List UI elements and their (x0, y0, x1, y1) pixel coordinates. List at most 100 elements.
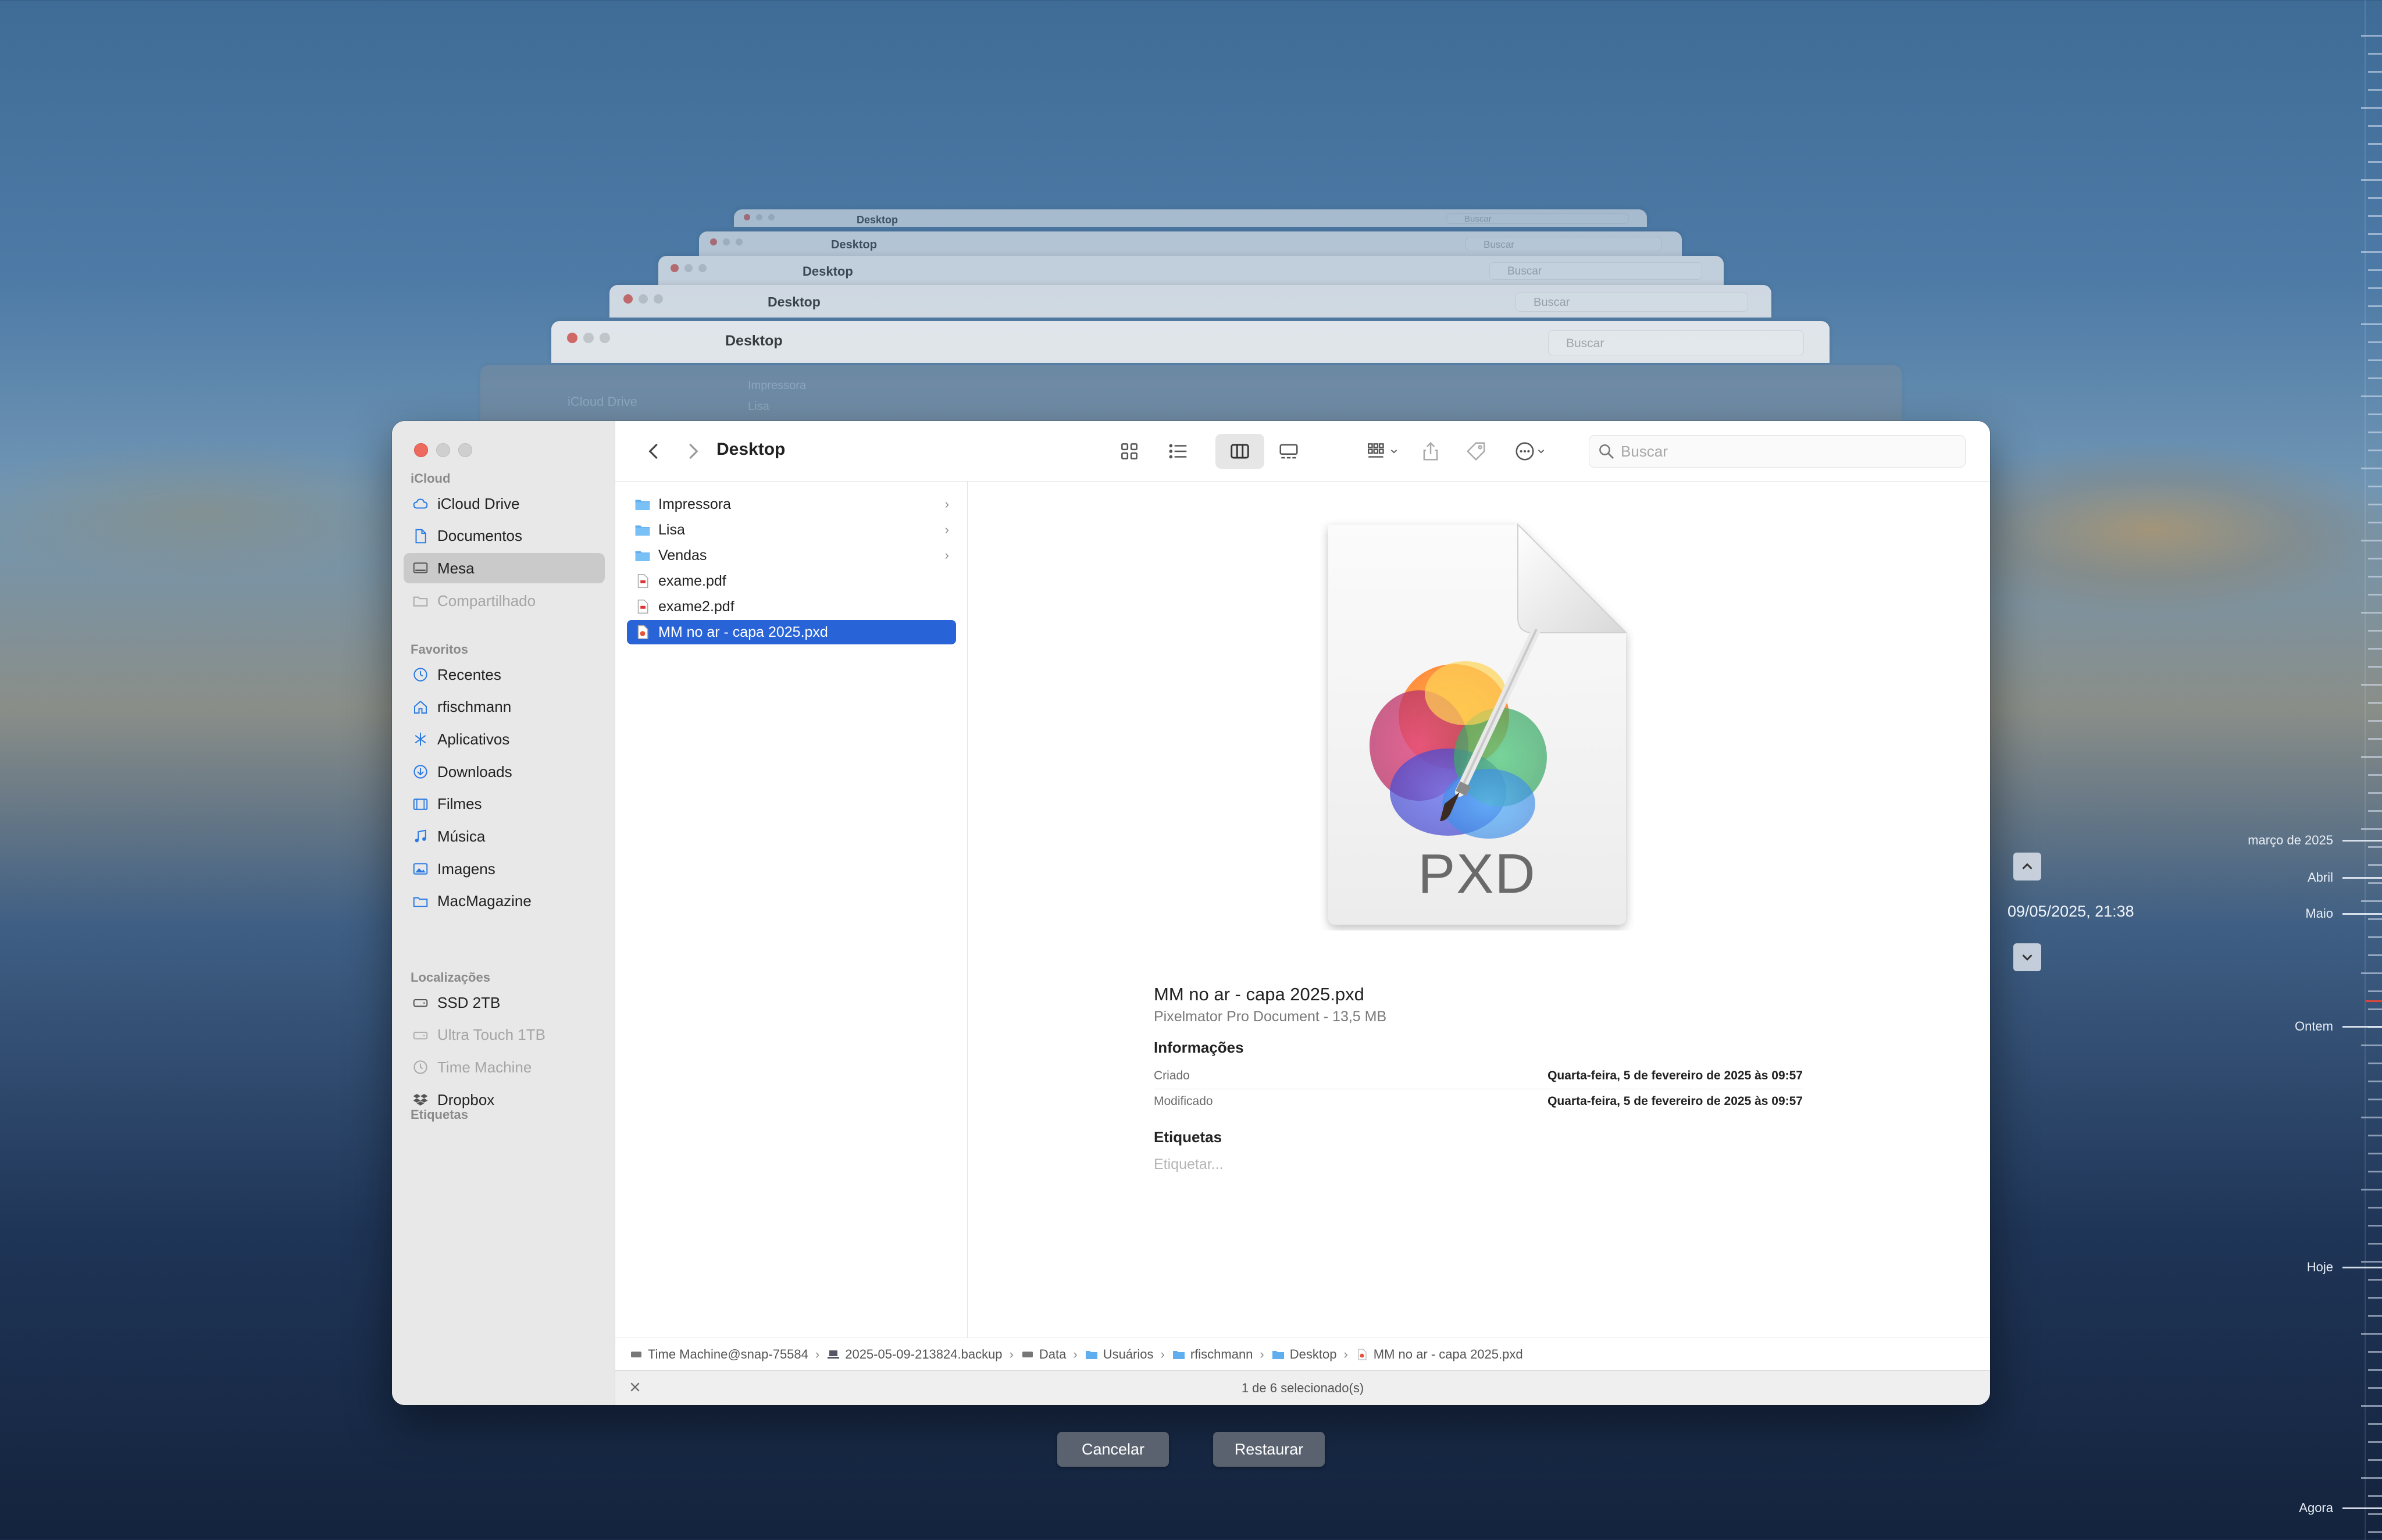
timeline-label[interactable]: Hoje (2307, 1260, 2333, 1275)
file-row[interactable]: MM no ar - capa 2025.pxd (627, 620, 956, 644)
path-segment-label: MM no ar - capa 2025.pxd (1373, 1346, 1523, 1361)
sidebar-item-label: Ultra Touch 1TB (437, 1026, 545, 1044)
path-segment[interactable]: Data (1021, 1347, 1066, 1362)
sidebar-item-mesa[interactable]: Mesa (404, 553, 605, 584)
back-button[interactable] (639, 437, 669, 465)
path-separator: › (1009, 1346, 1014, 1361)
snapshot-title: Desktop (768, 294, 821, 309)
sidebar-item-recentes[interactable]: Recentes (404, 660, 605, 690)
sidebar-item-macmagazine[interactable]: MacMagazine (404, 886, 605, 917)
timeline-tick (2368, 161, 2382, 163)
group-button[interactable] (1360, 437, 1406, 465)
close-icon[interactable] (626, 1378, 644, 1396)
preview-pane: PXD MM no ar - capa 2025.pxd Pixelmator … (968, 482, 1990, 1338)
sidebar-item-compartilhado[interactable]: Compartilhado (404, 586, 605, 616)
more-actions-button[interactable] (1504, 437, 1556, 465)
zoom-button (736, 238, 743, 245)
timeline-tick (2368, 1225, 2382, 1227)
timeline-tick (2368, 558, 2382, 559)
cancel-button[interactable]: Cancelar (1057, 1432, 1169, 1467)
backup-snapshot-window[interactable]: Desktop Buscar (551, 321, 1830, 363)
file-name: exame2.pdf (658, 598, 734, 615)
timeline-label[interactable]: Abril (2308, 870, 2333, 885)
file-row[interactable]: Vendas › (627, 543, 956, 568)
sidebar-item-rfischmann[interactable]: rfischmann (404, 692, 605, 722)
sidebar-item-imagens[interactable]: Imagens (404, 854, 605, 884)
close-button[interactable] (414, 443, 428, 457)
chevron-right-icon: › (944, 548, 949, 562)
path-segment[interactable]: rfischmann (1172, 1347, 1253, 1362)
timeline-label[interactable]: Ontem (2295, 1019, 2333, 1034)
sidebar-item-documentos[interactable]: Documentos (404, 521, 605, 551)
timeline-label[interactable]: Maio (2305, 906, 2333, 921)
zoom-button[interactable] (458, 443, 472, 457)
apps-icon (415, 733, 426, 746)
info-heading: Informações (1154, 1039, 1244, 1056)
restore-button[interactable]: Restaurar (1213, 1432, 1325, 1467)
path-segment[interactable]: Time Machine@snap-75584 (629, 1347, 808, 1362)
timeline-tick (2368, 810, 2382, 812)
backup-snapshot-window[interactable]: Desktop Buscar (734, 209, 1647, 227)
status-bar: 1 de 6 selecionado(s) (615, 1370, 1990, 1405)
path-segment[interactable]: 2025-05-09-213824.backup (826, 1346, 1003, 1362)
timeline-label[interactable]: março de 2025 (2248, 833, 2333, 848)
snapshot-title: Desktop (803, 264, 853, 279)
sidebar-item-aplicativos[interactable]: Aplicativos (404, 724, 605, 754)
backup-snapshot-window[interactable]: Desktop Buscar (658, 256, 1724, 285)
home-icon (414, 700, 427, 714)
sidebar-item-icloud-drive[interactable]: iCloud Drive (404, 489, 605, 519)
folder-icon (1085, 1350, 1097, 1359)
sidebar-item-downloads[interactable]: Downloads (404, 757, 605, 787)
previous-backup-button[interactable] (2013, 853, 2041, 880)
timeline-tick (2368, 666, 2382, 668)
next-backup-button[interactable] (2013, 943, 2041, 971)
backup-snapshot-window[interactable]: Desktop Buscar (699, 231, 1682, 256)
photo-icon (413, 863, 428, 875)
search-field[interactable] (1589, 435, 1966, 468)
pxd-file-icon (637, 625, 648, 639)
file-row[interactable]: Impressora › (627, 492, 956, 516)
timeline-tick (2361, 1333, 2382, 1335)
columns-icon (1231, 444, 1249, 459)
icon-view-button[interactable] (1112, 437, 1147, 465)
file-row[interactable]: exame.pdf (627, 569, 956, 593)
backup-snapshot-window[interactable]: iCloud Drive Impressora Lisa (480, 365, 1902, 421)
file-row[interactable]: exame2.pdf (627, 594, 956, 619)
minimize-button[interactable] (436, 443, 450, 457)
path-segment[interactable]: Desktop (1271, 1347, 1336, 1362)
timeline-tick (2368, 71, 2382, 73)
file-row[interactable]: Lisa › (627, 518, 956, 542)
path-segment[interactable]: Usuários (1085, 1347, 1154, 1362)
path-separator: › (1160, 1346, 1165, 1361)
forward-button[interactable] (678, 437, 708, 465)
timeline-tick (2368, 1243, 2382, 1245)
timeline-tick (2368, 738, 2382, 740)
tags-input[interactable]: Etiquetar... (1154, 1156, 1224, 1173)
sidebar-item-filmes[interactable]: Filmes (404, 789, 605, 819)
sidebar-item-time-machine[interactable]: Time Machine (404, 1052, 605, 1082)
timeline-tick (2368, 215, 2382, 217)
sidebar-item-ssd-2tb[interactable]: SSD 2TB (404, 988, 605, 1018)
film-icon (413, 798, 428, 810)
folder-icon (413, 897, 428, 907)
folder-icon (1272, 1350, 1284, 1359)
sidebar-item-label: Música (437, 828, 486, 845)
timeline-label[interactable]: Agora (2299, 1500, 2333, 1516)
list-view-button[interactable] (1161, 437, 1196, 465)
path-segment-label: 2025-05-09-213824.backup (845, 1346, 1003, 1361)
sidebar-item-música[interactable]: Música (404, 822, 605, 852)
timeline-tick (2368, 1279, 2382, 1281)
path-segment[interactable]: MM no ar - capa 2025.pxd (1355, 1347, 1523, 1362)
timeline-tick (2368, 576, 2382, 578)
backup-snapshot-window[interactable]: Desktop Buscar (609, 285, 1771, 318)
column-view-button[interactable] (1222, 437, 1257, 465)
share-button[interactable] (1414, 437, 1447, 465)
window-controls (744, 214, 775, 220)
search-input[interactable] (1621, 442, 1946, 461)
gallery-view-button[interactable] (1271, 437, 1306, 465)
tag-button[interactable] (1460, 437, 1492, 465)
sidebar-item-ultra-touch-1tb[interactable]: Ultra Touch 1TB (404, 1020, 605, 1050)
folder-icon (1172, 1350, 1185, 1359)
tag-icon (1466, 442, 1485, 461)
download-icon (413, 765, 427, 779)
